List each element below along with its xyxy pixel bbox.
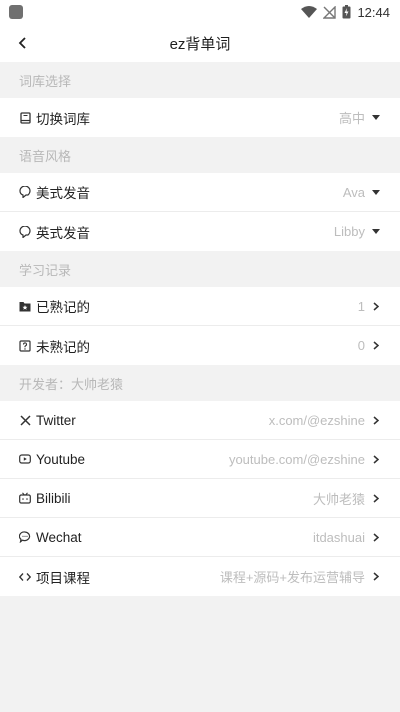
row-bilibili[interactable]: Bilibili 大帅老猿: [0, 479, 400, 518]
book-icon: [19, 111, 31, 124]
row-label: 切换词库: [36, 111, 90, 127]
section-header-study-record: 学习记录: [0, 251, 400, 287]
row-us-pronunciation[interactable]: 美式发音 Ava: [0, 173, 400, 212]
row-label: 美式发音: [36, 186, 90, 201]
app-notification-icon: [9, 5, 23, 19]
row-label: 未熟记的: [36, 339, 90, 355]
voice-icon: [19, 225, 31, 238]
question-box-icon: [19, 339, 31, 352]
row-memorized[interactable]: 已熟记的 1: [0, 287, 400, 326]
row-label: 英式发音: [36, 225, 90, 241]
dropdown-arrow-icon: [371, 113, 381, 123]
row-twitter[interactable]: Twitter x.com/@ezshine: [0, 401, 400, 440]
section-header-voice: 语音风格: [0, 137, 400, 173]
status-icons: 12:44: [301, 5, 390, 20]
row-uk-pronunciation[interactable]: 英式发音 Libby: [0, 212, 400, 251]
x-logo-icon: [19, 414, 31, 426]
status-time: 12:44: [357, 4, 390, 20]
section-header-developer: 开发者：大帅老猿: [0, 365, 400, 401]
row-youtube[interactable]: Youtube youtube.com/@ezshine: [0, 440, 400, 479]
chevron-right-icon: [371, 301, 381, 311]
battery-charging-icon: [342, 5, 351, 19]
row-label: Twitter: [36, 412, 76, 428]
chevron-right-icon: [371, 415, 381, 425]
status-bar: 12:44: [0, 0, 400, 24]
voice-icon: [19, 186, 31, 198]
chevron-right-icon: [371, 493, 381, 503]
row-value: 大帅老猿: [312, 491, 365, 507]
app-bar: ez背单词: [0, 24, 400, 62]
row-switch-wordbank[interactable]: 切换词库 高中: [0, 98, 400, 137]
row-value: 0: [357, 338, 365, 353]
section-header-wordbank: 词库选择: [0, 62, 400, 98]
chevron-right-icon: [371, 572, 381, 582]
row-value: itdashuai: [312, 529, 365, 545]
row-project-course[interactable]: 项目课程 课程+源码+发布运营辅导: [0, 557, 400, 596]
chevron-right-icon: [371, 341, 381, 351]
row-label: Bilibili: [36, 490, 71, 506]
chevron-left-icon: [18, 37, 26, 49]
dropdown-arrow-icon: [371, 227, 381, 237]
row-label: 已熟记的: [36, 300, 90, 315]
wifi-icon: [301, 6, 318, 18]
row-value: Libby: [333, 224, 365, 239]
chevron-right-icon: [371, 532, 381, 542]
row-value: 高中: [338, 111, 365, 126]
row-value: x.com/@ezshine: [268, 412, 365, 428]
row-value: 课程+源码+发布运营辅导: [219, 570, 365, 585]
row-wechat[interactable]: Wechat itdashuai: [0, 518, 400, 557]
row-label: 项目课程: [36, 570, 90, 586]
code-icon: [19, 571, 31, 583]
row-value: Ava: [342, 184, 365, 200]
folder-star-icon: [19, 300, 31, 312]
row-value: 1: [357, 298, 365, 314]
signal-off-icon: [323, 5, 337, 19]
row-label: Wechat: [36, 529, 82, 545]
row-label: Youtube: [36, 451, 86, 467]
row-not-memorized[interactable]: 未熟记的 0: [0, 326, 400, 365]
tv-icon: [19, 492, 31, 504]
back-button[interactable]: [12, 32, 34, 54]
row-value: youtube.com/@ezshine: [228, 451, 365, 467]
youtube-icon: [19, 453, 31, 465]
chevron-right-icon: [371, 454, 381, 464]
chat-bubble-icon: [19, 531, 31, 543]
page-title: ez背单词: [169, 35, 231, 53]
dropdown-arrow-icon: [371, 187, 381, 197]
